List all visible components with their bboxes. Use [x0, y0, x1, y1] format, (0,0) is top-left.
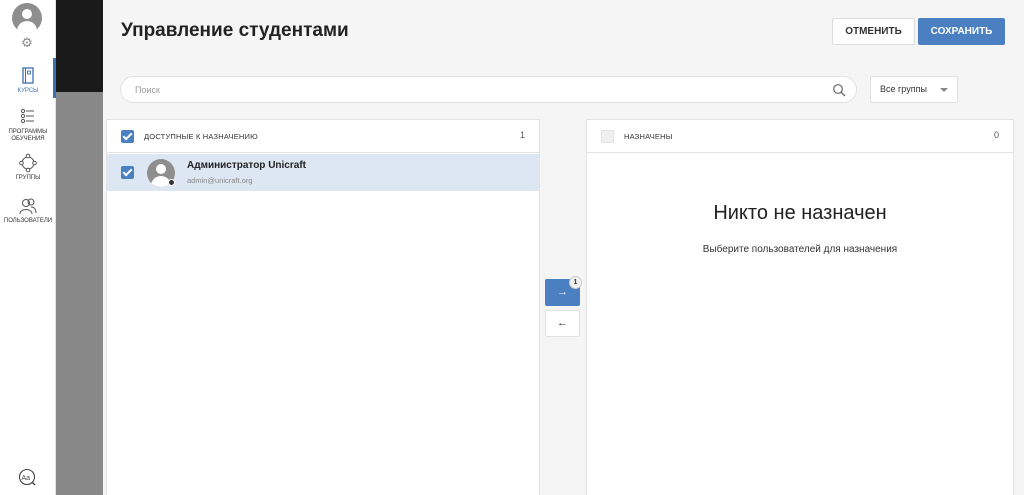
sidebar-item-label: КУРСЫ [17, 88, 39, 94]
groups-filter-select[interactable]: Все группы [870, 76, 958, 103]
accessibility-icon[interactable]: Aa [18, 468, 36, 486]
unassign-button[interactable]: ← [545, 310, 580, 337]
save-button[interactable]: СОХРАНИТЬ [918, 18, 1005, 45]
assigned-panel: НАЗНАЧЕНЫ 0 Никто не назначен Выберите п… [586, 119, 1014, 495]
status-indicator [168, 179, 175, 186]
list-icon [20, 108, 34, 124]
cancel-button[interactable]: ОТМЕНИТЬ [832, 18, 915, 45]
chevron-down-icon [940, 88, 948, 92]
assigned-header-label: НАЗНАЧЕНЫ [624, 132, 673, 141]
select-all-checkbox[interactable] [121, 130, 134, 143]
assigned-panel-header: НАЗНАЧЕНЫ 0 [587, 120, 1013, 153]
sidebar-item-programs[interactable]: ПРОГРАММЫ ОБУЧЕНИЯ [0, 107, 56, 143]
sidebar-item-label: ГРУППЫ [15, 175, 41, 181]
user-checkbox[interactable] [121, 166, 134, 179]
assigned-count: 0 [993, 130, 999, 140]
available-header-label: ДОСТУПНЫЕ К НАЗНАЧЕНИЮ [144, 132, 258, 141]
groups-filter-value: Все группы [880, 84, 927, 94]
main-panel: Управление студентами ОТМЕНИТЬ СОХРАНИТЬ… [103, 0, 1024, 495]
search-input[interactable] [135, 82, 815, 98]
users-icon [19, 198, 37, 215]
sidebar-item-groups[interactable]: ГРУППЫ [0, 153, 56, 182]
empty-state-subtitle: Выберите пользователей для назначения [702, 244, 898, 255]
background-strip [56, 92, 103, 495]
list-item[interactable]: Администратор Unicraft admin@unicraft.or… [107, 154, 539, 191]
book-icon [22, 67, 34, 84]
sidebar-item-users[interactable]: ПОЛЬЗОВАТЕЛИ [0, 196, 56, 225]
groups-icon [19, 153, 37, 173]
empty-state-title: Никто не назначен [713, 202, 887, 224]
sidebar-item-label: ПРОГРАММЫ ОБУЧЕНИЯ [8, 129, 48, 142]
select-all-assigned-checkbox[interactable] [601, 130, 614, 143]
search-icon[interactable] [832, 83, 846, 97]
background-strip [56, 0, 103, 92]
search-bar [120, 76, 857, 103]
sidebar-item-courses[interactable]: КУРСЫ [0, 66, 56, 95]
user-name: Администратор Unicraft [187, 160, 306, 171]
user-email: admin@unicraft.org [187, 176, 253, 185]
page-title: Управление студентами [121, 20, 349, 41]
available-panel-header: ДОСТУПНЫЕ К НАЗНАЧЕНИЮ 1 [107, 120, 539, 153]
sidebar: ⚙ КУРСЫ ПРОГРАММЫ ОБУЧЕНИЯ ГРУППЫ ПОЛЬЗО… [0, 0, 56, 495]
sidebar-item-label: ПОЛЬЗОВАТЕЛИ [3, 218, 53, 224]
svg-text:Aa: Aa [22, 475, 31, 482]
user-avatar[interactable] [12, 3, 42, 33]
gear-icon[interactable]: ⚙ [20, 36, 34, 50]
selected-count-badge: 1 [569, 276, 582, 289]
available-panel: ДОСТУПНЫЕ К НАЗНАЧЕНИЮ 1 Администратор U… [106, 119, 540, 495]
available-count: 1 [519, 130, 525, 140]
